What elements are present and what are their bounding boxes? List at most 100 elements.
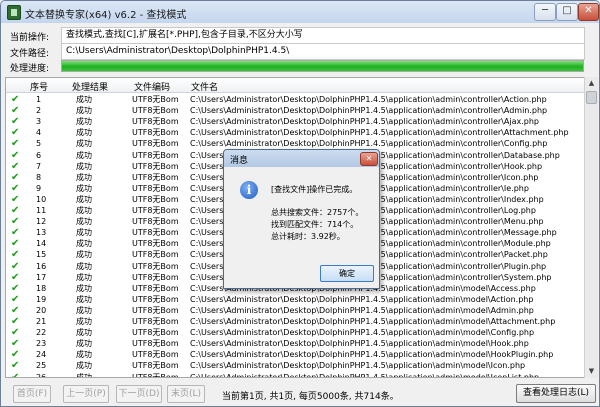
dialog-title: 消息 — [230, 156, 249, 166]
cell-encoding: UTF8无Bom — [132, 139, 179, 149]
close-button[interactable]: ✕ — [578, 3, 599, 21]
last-page-button[interactable]: 末页(L) — [167, 385, 205, 403]
cell-result: 成功 — [76, 317, 92, 326]
cell-result: 成功 — [76, 272, 92, 282]
cell-filename: C:\Users\Administrator\Desktop\DolphinPH… — [190, 106, 548, 116]
cell-no: 7 — [36, 161, 42, 171]
scroll-up-arrow-icon[interactable]: ▲ — [586, 78, 597, 89]
cell-encoding: UTF8无Bom — [132, 294, 179, 304]
cell-filename: C:\Users\Administrator\Desktop\DolphinPH… — [190, 339, 529, 349]
cell-encoding: UTF8无Bom — [132, 283, 179, 293]
progress-label: 处理进度: — [10, 64, 50, 74]
cell-filename: C:\Users\Administrator\Desktop\DolphinPH… — [190, 117, 539, 127]
check-icon: ✔ — [11, 316, 20, 327]
prev-page-button[interactable]: 上一页(P) — [63, 385, 109, 403]
check-icon: ✔ — [11, 193, 20, 205]
cell-result: 成功 — [76, 161, 92, 171]
table-row[interactable]: ✔ 5 成功 UTF8无Bom C:\Users\Administrator\Deskt… — [6, 138, 584, 149]
cell-filename: C:\Users\Administrator\Desktop\DolphinPH… — [190, 95, 547, 104]
cell-encoding: UTF8无Bom — [132, 106, 179, 116]
vertical-scrollbar[interactable]: ▲ ▼ — [584, 77, 598, 378]
col-header-no[interactable]: 序号 — [30, 80, 48, 93]
check-icon: ✔ — [11, 349, 20, 361]
cell-result: 成功 — [76, 228, 92, 238]
maximize-button[interactable]: □ — [556, 3, 578, 21]
cell-encoding: UTF8无Bom — [132, 183, 179, 193]
cell-encoding: UTF8无Bom — [132, 161, 179, 171]
cell-encoding: UTF8无Bom — [132, 206, 179, 215]
cell-result: 成功 — [76, 183, 92, 193]
col-header-filename[interactable]: 文件名 — [191, 80, 218, 93]
current-op-label: 当前操作: — [10, 33, 50, 43]
table-row[interactable]: ✔ 1 成功 UTF8无Bom C:\Users\Administrator\Deskt… — [6, 94, 584, 105]
first-page-button[interactable]: 首页(F) — [13, 385, 51, 403]
cell-result: 成功 — [76, 194, 92, 204]
cell-no: 21 — [36, 317, 47, 326]
col-header-result[interactable]: 处理结果 — [72, 80, 108, 93]
dialog-close-button[interactable]: ✕ — [360, 152, 378, 166]
cell-no: 9 — [36, 183, 42, 193]
check-icon: ✔ — [11, 171, 20, 183]
scroll-thumb[interactable] — [586, 91, 597, 104]
check-icon: ✔ — [11, 327, 20, 339]
check-icon: ✔ — [11, 94, 20, 105]
cell-no: 20 — [36, 305, 47, 315]
check-icon: ✔ — [11, 271, 20, 283]
cell-result: 成功 — [76, 95, 92, 104]
check-icon: ✔ — [11, 160, 20, 172]
cell-result: 成功 — [76, 283, 92, 293]
cell-result: 成功 — [76, 139, 92, 149]
view-log-button[interactable]: 查看处理日志(L) — [516, 384, 596, 403]
check-icon: ✔ — [11, 149, 20, 161]
cell-result: 成功 — [76, 350, 92, 360]
minimize-button[interactable]: ─ — [534, 3, 556, 21]
window-title: 文本替换专家(x64) v6.2 - 查找模式 — [25, 10, 187, 21]
cell-result: 成功 — [76, 106, 92, 116]
cell-no: 3 — [36, 117, 42, 127]
cell-encoding: UTF8无Bom — [132, 317, 179, 326]
cell-filename: C:\Users\Administrator\Desktop\DolphinPH… — [190, 317, 556, 326]
cell-encoding: UTF8无Bom — [132, 339, 179, 349]
check-icon: ✔ — [11, 116, 20, 128]
table-row[interactable]: ✔ 23 成功 UTF8无Bom C:\Users\Administrator\Desk… — [6, 338, 584, 349]
check-icon: ✔ — [11, 249, 20, 261]
check-icon: ✔ — [11, 338, 20, 350]
progress-bar — [61, 60, 584, 72]
table-row[interactable]: ✔ 3 成功 UTF8无Bom C:\Users\Administrator\Deskt… — [6, 116, 584, 127]
path-label: 文件路径: — [10, 49, 50, 59]
cell-result: 成功 — [76, 339, 92, 349]
cell-no: 22 — [36, 328, 47, 338]
cell-filename: C:\Users\Administrator\Desktop\DolphinPH… — [190, 372, 540, 378]
scroll-down-arrow-icon[interactable]: ▼ — [586, 366, 597, 377]
current-op-field: 查找模式,查找[C],扩展名[*.PHP],包含子目录,不区分大小写 — [61, 27, 585, 44]
table-row[interactable]: ✔ 22 成功 UTF8无Bom C:\Users\Administrator\Desk… — [6, 327, 584, 338]
cell-result: 成功 — [76, 206, 92, 215]
cell-no: 5 — [36, 139, 42, 149]
cell-no: 16 — [36, 261, 47, 271]
table-row[interactable]: ✔ 21 成功 UTF8无Bom C:\Users\Administrator\Desk… — [6, 316, 584, 327]
check-icon: ✔ — [11, 304, 20, 316]
table-row[interactable]: ✔ 20 成功 UTF8无Bom C:\Users\Administrator\Desk… — [6, 305, 584, 316]
cell-encoding: UTF8无Bom — [132, 372, 179, 378]
table-row[interactable]: ✔ 26 成功 UTF8无Bom C:\Users\Administrator\Desk… — [6, 372, 584, 378]
message-dialog: 消息 ✕ i [查找文件]操作已完成。 总共搜索文件：2757个。 找到匹配文件… — [223, 149, 380, 289]
cell-encoding: UTF8无Bom — [132, 328, 179, 338]
cell-no: 13 — [36, 228, 47, 238]
dialog-message-line4: 总计耗时：3.92秒。 — [271, 232, 345, 241]
cell-no: 11 — [36, 206, 47, 215]
next-page-button[interactable]: 下一页(D) — [116, 385, 162, 403]
table-row[interactable]: ✔ 2 成功 UTF8无Bom C:\Users\Administrator\Deskt… — [6, 105, 584, 116]
table-row[interactable]: ✔ 4 成功 UTF8无Bom C:\Users\Administrator\Deskt… — [6, 127, 584, 138]
table-header: 序号 处理结果 文件编码 文件名 — [6, 78, 584, 93]
cell-filename: C:\Users\Administrator\Desktop\DolphinPH… — [190, 305, 534, 315]
table-row[interactable]: ✔ 25 成功 UTF8无Bom C:\Users\Administrator\Desk… — [6, 360, 584, 371]
check-icon: ✔ — [11, 282, 20, 294]
dialog-ok-button[interactable]: 确定 — [320, 265, 374, 282]
cell-encoding: UTF8无Bom — [132, 305, 179, 315]
cell-no: 6 — [36, 150, 42, 160]
table-row[interactable]: ✔ 24 成功 UTF8无Bom C:\Users\Administrator\Desk… — [6, 349, 584, 360]
cell-result: 成功 — [76, 361, 92, 371]
table-row[interactable]: ✔ 19 成功 UTF8无Bom C:\Users\Administrator\Desk… — [6, 294, 584, 305]
col-header-encoding[interactable]: 文件编码 — [134, 80, 170, 93]
cell-no: 15 — [36, 250, 47, 260]
